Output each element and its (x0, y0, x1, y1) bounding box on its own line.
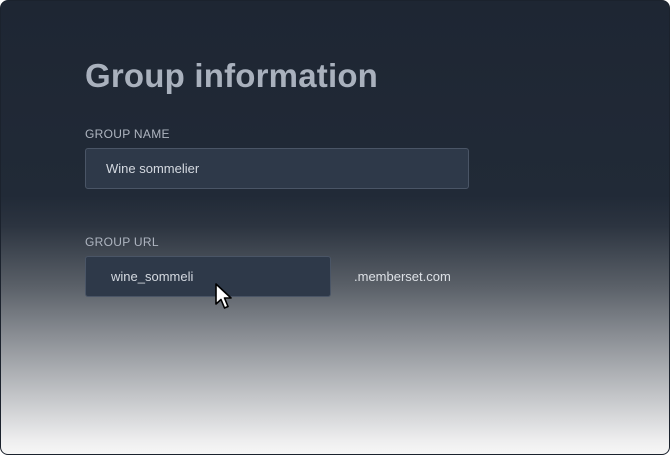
group-name-input[interactable] (85, 148, 469, 189)
group-name-label: GROUP NAME (85, 127, 170, 141)
group-information-panel: Group information GROUP NAME GROUP URL .… (0, 0, 670, 455)
group-url-label: GROUP URL (85, 235, 159, 249)
group-url-input[interactable] (85, 256, 331, 297)
domain-suffix: .memberset.com (354, 269, 451, 284)
page-title: Group information (85, 57, 379, 94)
arrow-pointer-icon (215, 283, 232, 309)
